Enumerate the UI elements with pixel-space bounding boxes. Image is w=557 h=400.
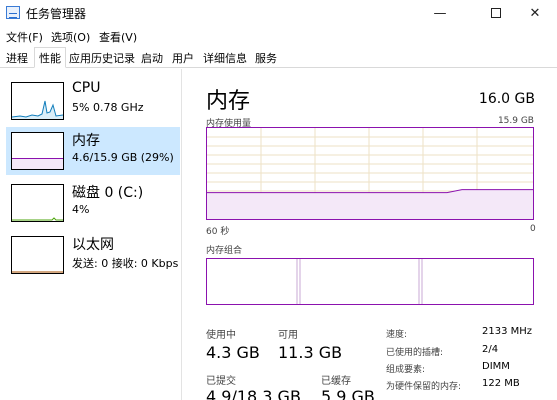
slots-used-value: 2/4 xyxy=(482,344,499,355)
sidebar-item-detail: 4.6/15.9 GB (29%) xyxy=(72,151,174,164)
sidebar-item-detail: 5% 0.78 GHz xyxy=(72,101,144,114)
menu-options[interactable]: 选项(O) xyxy=(51,29,90,45)
sidebar-item-detail: 4% xyxy=(72,203,90,216)
window-title: 任务管理器 xyxy=(26,7,87,21)
tab-services[interactable]: 服务 xyxy=(255,50,277,66)
page-title: 内存 xyxy=(206,89,251,114)
tab-performance[interactable]: 性能 xyxy=(34,47,66,68)
disk-thumbnail-graph xyxy=(12,217,63,221)
graph-zero-label: 0 xyxy=(530,224,536,234)
task-manager-icon xyxy=(6,6,20,19)
ethernet-thumbnail-graph xyxy=(12,271,63,273)
disk-thumbnail xyxy=(11,184,64,222)
tab-app-history[interactable]: 应用历史记录 xyxy=(69,50,135,66)
memory-thumbnail-graph xyxy=(12,158,63,169)
tab-startup[interactable]: 启动 xyxy=(141,50,163,66)
menu-bar: 文件(F) 选项(O) 查看(V) xyxy=(0,27,557,46)
sidebar-item-cpu[interactable]: CPU 5% 0.78 GHz xyxy=(6,77,180,125)
memory-usage-area xyxy=(207,189,533,219)
in-use-label: 使用中 xyxy=(206,330,236,341)
memory-thumbnail xyxy=(11,132,64,170)
speed-value: 2133 MHz xyxy=(482,326,533,337)
available-label: 可用 xyxy=(278,330,298,341)
menu-file[interactable]: 文件(F) xyxy=(6,29,43,45)
composition-label: 内存组合 xyxy=(206,246,243,256)
available-value: 11.3 GB xyxy=(278,343,343,362)
sidebar-item-disk[interactable]: 磁盘 0 (C:) 4% xyxy=(6,179,180,227)
sidebar-item-name: 磁盘 0 (C:) xyxy=(72,185,144,201)
time-span-label: 60 秒 xyxy=(206,227,230,237)
memory-usage-svg xyxy=(207,128,533,219)
sidebar-item-name: 以太网 xyxy=(72,237,114,253)
sidebar-item-name: CPU xyxy=(72,80,101,96)
cpu-thumbnail-graph xyxy=(12,100,63,119)
memory-thumbnail-fill xyxy=(12,158,63,169)
maximize-icon xyxy=(491,8,501,18)
form-factor-value: DIMM xyxy=(482,361,510,372)
memory-composition-bar xyxy=(206,258,534,305)
sidebar-item-name: 内存 xyxy=(72,133,100,149)
minimize-button[interactable]: — xyxy=(418,0,462,27)
slots-used-label: 已使用的插槽: xyxy=(386,348,444,358)
committed-value: 4.9/18.3 GB xyxy=(206,387,301,400)
cached-label: 已缓存 xyxy=(321,376,351,387)
hardware-reserved-value: 122 MB xyxy=(482,378,520,389)
menu-view[interactable]: 查看(V) xyxy=(99,29,137,45)
memory-capacity: 16.0 GB xyxy=(478,91,535,107)
sidebar-item-detail: 发送: 0 接收: 0 Kbps xyxy=(72,257,179,270)
close-button[interactable]: ✕ xyxy=(513,0,557,27)
title-bar[interactable]: 任务管理器 — ✕ xyxy=(0,0,557,27)
cpu-thumbnail xyxy=(11,82,64,120)
memory-panel: 内存 16.0 GB 内存使用量 15.9 GB 60 秒 0 内存组合 使用中… xyxy=(186,69,557,400)
in-use-value: 4.3 GB xyxy=(206,343,260,362)
ethernet-thumbnail xyxy=(11,236,64,274)
resource-sidebar: CPU 5% 0.78 GHz 内存 4.6/15.9 GB (29%) 磁盘 … xyxy=(0,69,182,400)
tab-users[interactable]: 用户 xyxy=(172,50,194,66)
tab-details[interactable]: 详细信息 xyxy=(203,50,247,66)
form-factor-label: 组成要素: xyxy=(386,365,426,375)
cached-value: 5.9 GB xyxy=(321,387,375,400)
tab-bar: 进程 性能 应用历史记录 启动 用户 详细信息 服务 xyxy=(0,46,557,68)
sidebar-item-memory[interactable]: 内存 4.6/15.9 GB (29%) xyxy=(6,127,180,175)
hardware-reserved-label: 为硬件保留的内存: xyxy=(386,382,462,392)
sidebar-item-ethernet[interactable]: 以太网 发送: 0 接收: 0 Kbps xyxy=(6,231,180,279)
tab-processes[interactable]: 进程 xyxy=(6,50,28,66)
maximize-button[interactable] xyxy=(474,0,518,27)
usage-graph-max: 15.9 GB xyxy=(497,116,534,126)
speed-label: 速度: xyxy=(386,330,408,340)
memory-composition-svg xyxy=(296,259,423,304)
memory-usage-graph xyxy=(206,127,534,220)
committed-label: 已提交 xyxy=(206,376,236,387)
